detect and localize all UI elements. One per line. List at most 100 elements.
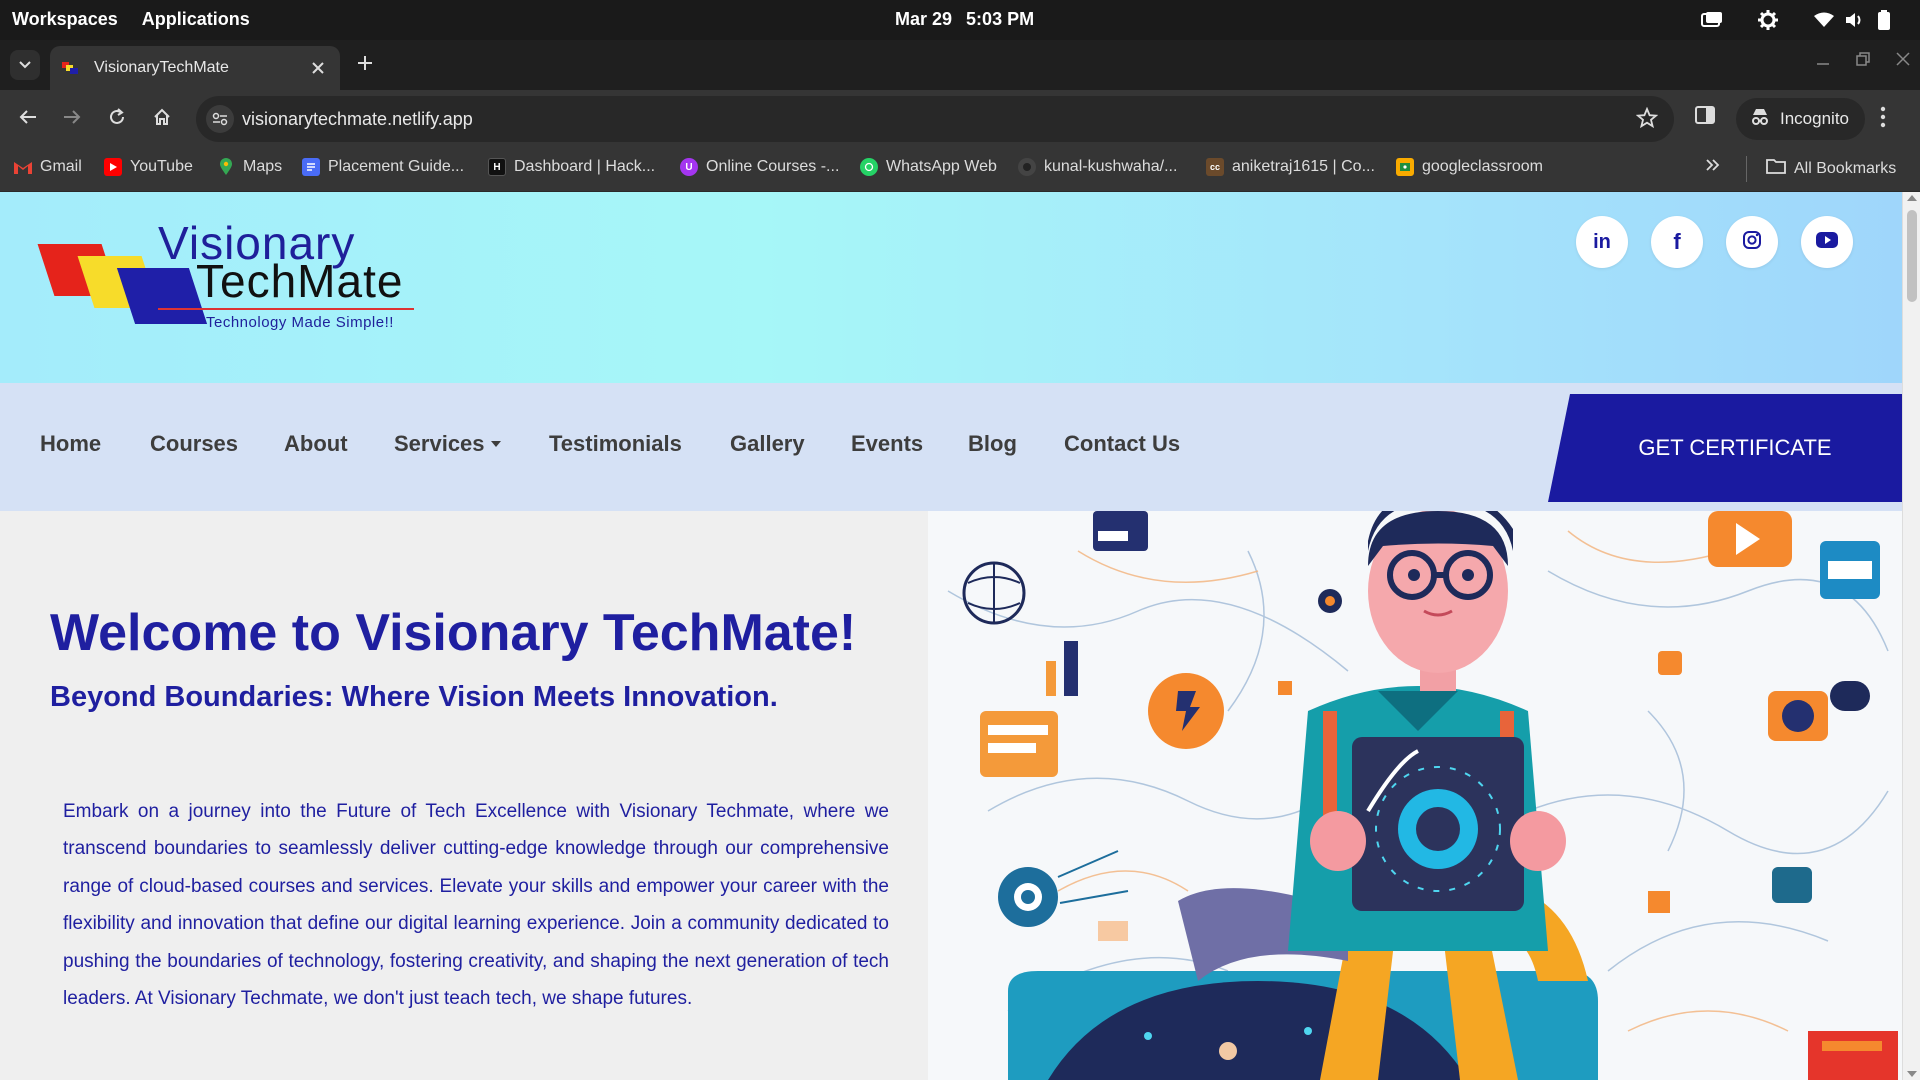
hero-body: Embark on a journey into the Future of T… xyxy=(63,801,889,1010)
tab-visionarytechmate[interactable]: VisionaryTechMate xyxy=(50,46,340,90)
bookmark-whatsapp[interactable]: WhatsApp Web xyxy=(860,158,997,176)
site-logo[interactable]: Visionary TechMate Technology Made Simpl… xyxy=(37,216,426,336)
maps-icon xyxy=(217,158,235,176)
bookmark-youtube[interactable]: YouTube xyxy=(104,158,193,176)
hero-subtitle: Beyond Boundaries: Where Vision Meets In… xyxy=(50,681,778,713)
wifi-icon[interactable] xyxy=(1812,8,1836,32)
workspaces-menu[interactable]: Workspaces xyxy=(12,9,118,30)
nav-services[interactable]: Services xyxy=(394,431,501,457)
bookmark-star-icon[interactable] xyxy=(1635,106,1659,134)
incognito-indicator[interactable]: Incognito xyxy=(1736,98,1865,140)
bookmark-github[interactable]: kunal-kushwaha/... xyxy=(1018,158,1177,176)
nav-home[interactable]: Home xyxy=(40,431,101,457)
incognito-label: Incognito xyxy=(1780,109,1849,128)
back-button[interactable] xyxy=(14,105,42,133)
os-top-bar: Workspaces Applications Mar 29 5:03 PM xyxy=(0,0,1920,40)
bookmark-placement-guide[interactable]: Placement Guide... xyxy=(302,158,464,176)
nav-courses[interactable]: Courses xyxy=(150,431,238,457)
site-favicon-icon xyxy=(62,61,80,75)
bookmark-label: Placement Guide... xyxy=(328,158,465,175)
youtube-button[interactable] xyxy=(1801,216,1853,268)
forward-button[interactable] xyxy=(58,105,86,133)
site-info-icon[interactable] xyxy=(206,105,234,133)
get-certificate-button[interactable]: GET CERTIFICATE xyxy=(1548,394,1902,502)
scroll-up-arrow-icon[interactable] xyxy=(1907,195,1917,201)
logo-underline xyxy=(158,308,414,310)
plus-icon xyxy=(358,55,372,75)
arrow-right-icon xyxy=(63,109,81,130)
home-button[interactable] xyxy=(148,105,176,133)
page-scrollbar[interactable] xyxy=(1902,192,1920,1080)
tab-strip: VisionaryTechMate xyxy=(0,40,1920,90)
chevron-down-icon xyxy=(19,56,31,74)
window-close-icon[interactable] xyxy=(1896,52,1910,71)
bookmark-label: Maps xyxy=(243,158,283,175)
reload-button[interactable] xyxy=(103,105,131,133)
hero-illustration xyxy=(928,511,1902,1080)
gmail-icon xyxy=(14,158,32,176)
bookmark-label: YouTube xyxy=(130,158,193,175)
dropdown-caret-icon xyxy=(490,441,501,447)
bookmark-label: Online Courses -... xyxy=(706,158,840,175)
restore-icon[interactable] xyxy=(1856,52,1870,71)
address-bar[interactable]: visionarytechmate.netlify.app xyxy=(196,96,1674,142)
page-viewport: Visionary TechMate Technology Made Simpl… xyxy=(0,192,1920,1080)
bookmark-label: Dashboard | Hack... xyxy=(514,158,656,175)
bookmark-label: googleclassroom xyxy=(1422,158,1543,175)
nav-services-label: Services xyxy=(394,431,485,456)
nav-testimonials[interactable]: Testimonials xyxy=(549,431,682,457)
nav-gallery[interactable]: Gallery xyxy=(730,431,805,457)
battery-icon[interactable] xyxy=(1872,8,1896,32)
scrollbar-thumb[interactable] xyxy=(1907,210,1917,302)
youtube-play-icon xyxy=(1816,231,1838,253)
folder-icon xyxy=(1766,158,1786,179)
bookmark-hackerrank[interactable]: H Dashboard | Hack... xyxy=(488,158,655,176)
home-icon xyxy=(153,108,171,131)
bookmarks-divider xyxy=(1746,156,1747,182)
logo-tagline: Technology Made Simple!! xyxy=(206,314,394,331)
close-icon[interactable] xyxy=(308,58,328,78)
applications-menu[interactable]: Applications xyxy=(142,9,250,30)
nav-about[interactable]: About xyxy=(284,431,348,457)
side-panel-icon[interactable] xyxy=(1695,106,1715,129)
nav-events[interactable]: Events xyxy=(851,431,923,457)
clock[interactable]: Mar 29 5:03 PM xyxy=(895,9,1034,30)
linkedin-button[interactable]: in xyxy=(1576,216,1628,268)
bookmark-online-courses[interactable]: U Online Courses -... xyxy=(680,158,839,176)
reload-icon xyxy=(108,107,126,131)
kebab-menu-icon[interactable] xyxy=(1880,106,1886,133)
scroll-down-arrow-icon[interactable] xyxy=(1907,1071,1917,1077)
all-bookmarks-button[interactable]: All Bookmarks xyxy=(1766,158,1896,179)
docs-icon xyxy=(302,158,320,176)
bookmark-maps[interactable]: Maps xyxy=(217,158,282,176)
arrow-left-icon xyxy=(19,109,37,130)
screen-share-icon[interactable] xyxy=(1700,8,1724,32)
main-navigation: Home Courses About Services Testimonials… xyxy=(0,383,1902,511)
instagram-button[interactable] xyxy=(1726,216,1778,268)
github-icon xyxy=(1018,158,1036,176)
youtube-icon xyxy=(104,158,122,176)
hero-text-section: Welcome to Visionary TechMate! Beyond Bo… xyxy=(0,511,928,1080)
tab-search-button[interactable] xyxy=(10,50,40,80)
bookmarks-bar: Gmail YouTube Maps Placement Guide... H … xyxy=(0,148,1920,192)
bookmark-label: kunal-kushwaha/... xyxy=(1044,158,1178,175)
facebook-icon: f xyxy=(1673,229,1681,254)
bookmark-googleclassroom[interactable]: googleclassroom xyxy=(1396,158,1543,176)
nav-blog[interactable]: Blog xyxy=(968,431,1017,457)
bookmark-label: aniketraj1615 | Co... xyxy=(1232,158,1375,175)
nav-contact[interactable]: Contact Us xyxy=(1064,431,1180,457)
facebook-button[interactable]: f xyxy=(1651,216,1703,268)
logo-line2: TechMate xyxy=(196,255,404,307)
volume-icon[interactable] xyxy=(1842,8,1866,32)
new-tab-button[interactable] xyxy=(352,52,378,78)
minimize-icon[interactable] xyxy=(1816,52,1830,71)
clock-date: Mar 29 xyxy=(895,9,953,29)
bookmark-codechef[interactable]: cc aniketraj1615 | Co... xyxy=(1206,158,1375,176)
bookmark-gmail[interactable]: Gmail xyxy=(14,158,82,176)
logo-blue-shape xyxy=(116,268,208,324)
incognito-icon xyxy=(1750,108,1770,131)
settings-gear-icon[interactable] xyxy=(1756,8,1780,32)
clock-time: 5:03 PM xyxy=(966,9,1035,29)
courses-icon: U xyxy=(680,158,698,176)
bookmarks-overflow-button[interactable] xyxy=(1706,158,1720,176)
